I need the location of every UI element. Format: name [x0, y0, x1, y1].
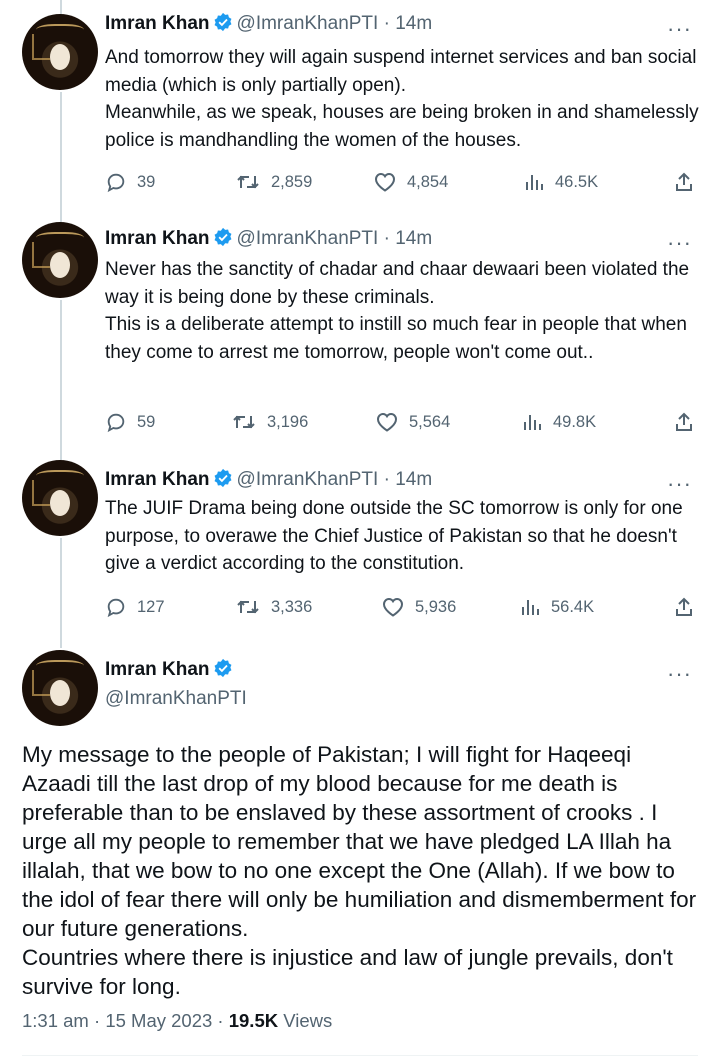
reply-icon: [105, 596, 127, 618]
retweet-button[interactable]: 3,336: [235, 596, 312, 618]
tweet-time[interactable]: 14m: [395, 469, 432, 490]
share-button[interactable]: [673, 171, 695, 193]
avatar[interactable]: [22, 222, 98, 298]
verified-badge-icon: [213, 227, 233, 254]
views-count: 56.4K: [551, 597, 595, 616]
reply-count: 127: [137, 597, 165, 616]
reply-count: 39: [137, 172, 156, 191]
views-icon: [521, 411, 543, 433]
author-handle[interactable]: @ImranKhanPTI: [237, 13, 379, 34]
like-icon: [381, 596, 405, 618]
retweet-icon: [235, 596, 261, 618]
tweet-time[interactable]: 14m: [395, 13, 432, 34]
more-icon[interactable]: ···: [667, 663, 692, 685]
reply-count: 59: [137, 412, 156, 431]
like-count: 5,564: [409, 412, 451, 431]
tweet-header: Imran Khan @ImranKhanPTI · 14m: [105, 468, 432, 495]
avatar[interactable]: [22, 650, 98, 726]
share-icon: [673, 171, 695, 193]
separator: ·: [217, 1010, 224, 1031]
views-button[interactable]: 56.4K: [519, 596, 594, 618]
verified-badge-icon: [213, 468, 233, 495]
author-handle[interactable]: @ImranKhanPTI: [105, 686, 247, 712]
retweet-icon: [231, 411, 257, 433]
retweet-button[interactable]: 2,859: [235, 171, 312, 193]
thread-tweet[interactable]: Imran Khan @ImranKhanPTI · 14m ··· And to…: [0, 0, 720, 220]
tweet-actions: 39 2,859 4,854 46.5K: [105, 171, 700, 195]
tweet-time[interactable]: 1:31 am: [22, 1010, 89, 1031]
separator: ·: [383, 469, 390, 490]
like-icon: [375, 411, 399, 433]
reply-button[interactable]: 127: [105, 596, 165, 618]
more-icon[interactable]: ···: [667, 18, 692, 40]
retweet-icon: [235, 171, 261, 193]
views-button[interactable]: 49.8K: [521, 411, 596, 433]
main-tweet[interactable]: Imran Khan @ImranKhanPTI ··· My message …: [0, 650, 720, 1062]
tweet-text: The JUIF Drama being done outside the SC…: [105, 498, 688, 574]
like-icon: [373, 171, 397, 193]
more-icon[interactable]: ···: [667, 232, 692, 254]
thread-tweet[interactable]: Imran Khan @ImranKhanPTI · 14m ··· The JU…: [0, 460, 720, 650]
like-count: 4,854: [407, 172, 449, 191]
thread-tweet[interactable]: Imran Khan @ImranKhanPTI · 14m ··· Never …: [0, 220, 720, 460]
reply-button[interactable]: 59: [105, 411, 155, 433]
retweet-count: 3,336: [271, 597, 313, 616]
tweet-header: Imran Khan @ImranKhanPTI: [105, 657, 247, 712]
tweet-actions: 127 3,336 5,936 56.4K: [105, 596, 700, 620]
more-icon[interactable]: ···: [667, 473, 692, 495]
author-name[interactable]: Imran Khan: [105, 469, 210, 490]
share-button[interactable]: [673, 411, 695, 433]
like-button[interactable]: 4,854: [373, 171, 448, 193]
separator: ·: [383, 13, 390, 34]
tweet-actions: 59 3,196 5,564 49.8K: [105, 411, 700, 435]
share-button[interactable]: [673, 596, 695, 618]
views-label: Views: [283, 1010, 333, 1031]
reply-button[interactable]: 39: [105, 171, 155, 193]
author-name[interactable]: Imran Khan: [105, 659, 210, 680]
author-handle[interactable]: @ImranKhanPTI: [237, 469, 379, 490]
views-count: 46.5K: [555, 172, 599, 191]
views-count: 19.5K: [228, 1010, 279, 1031]
retweet-count: 3,196: [267, 412, 309, 431]
tweet-text: Never has the sanctity of chadar and cha…: [105, 259, 690, 363]
views-count: 49.8K: [553, 412, 597, 431]
share-icon: [673, 596, 695, 618]
like-count: 5,936: [415, 597, 457, 616]
verified-badge-icon: [213, 12, 233, 39]
author-name[interactable]: Imran Khan: [105, 13, 210, 34]
separator: ·: [94, 1010, 101, 1031]
avatar[interactable]: [22, 14, 98, 90]
views-button[interactable]: 46.5K: [523, 171, 598, 193]
tweet-meta: 1:31 am · 15 May 2023 · 19.5K Views: [22, 1010, 332, 1032]
tweet-time[interactable]: 14m: [395, 228, 432, 249]
separator: ·: [383, 228, 390, 249]
tweet-date[interactable]: 15 May 2023: [105, 1010, 212, 1031]
divider: [22, 1055, 698, 1056]
author-handle[interactable]: @ImranKhanPTI: [237, 228, 379, 249]
views-icon: [523, 171, 545, 193]
share-icon: [673, 411, 695, 433]
like-button[interactable]: 5,936: [381, 596, 456, 618]
author-name[interactable]: Imran Khan: [105, 228, 210, 249]
retweet-count: 2,859: [271, 172, 313, 191]
views-icon: [519, 596, 541, 618]
reply-icon: [105, 171, 127, 193]
tweet-text: And tomorrow they will again suspend int…: [105, 47, 699, 151]
tweet-text: My message to the people of Pakistan; I …: [22, 742, 697, 999]
verified-badge-icon: [213, 658, 233, 686]
avatar[interactable]: [22, 460, 98, 536]
retweet-button[interactable]: 3,196: [231, 411, 308, 433]
tweet-header: Imran Khan @ImranKhanPTI · 14m: [105, 12, 432, 39]
like-button[interactable]: 5,564: [375, 411, 450, 433]
tweet-header: Imran Khan @ImranKhanPTI · 14m: [105, 227, 432, 254]
reply-icon: [105, 411, 127, 433]
